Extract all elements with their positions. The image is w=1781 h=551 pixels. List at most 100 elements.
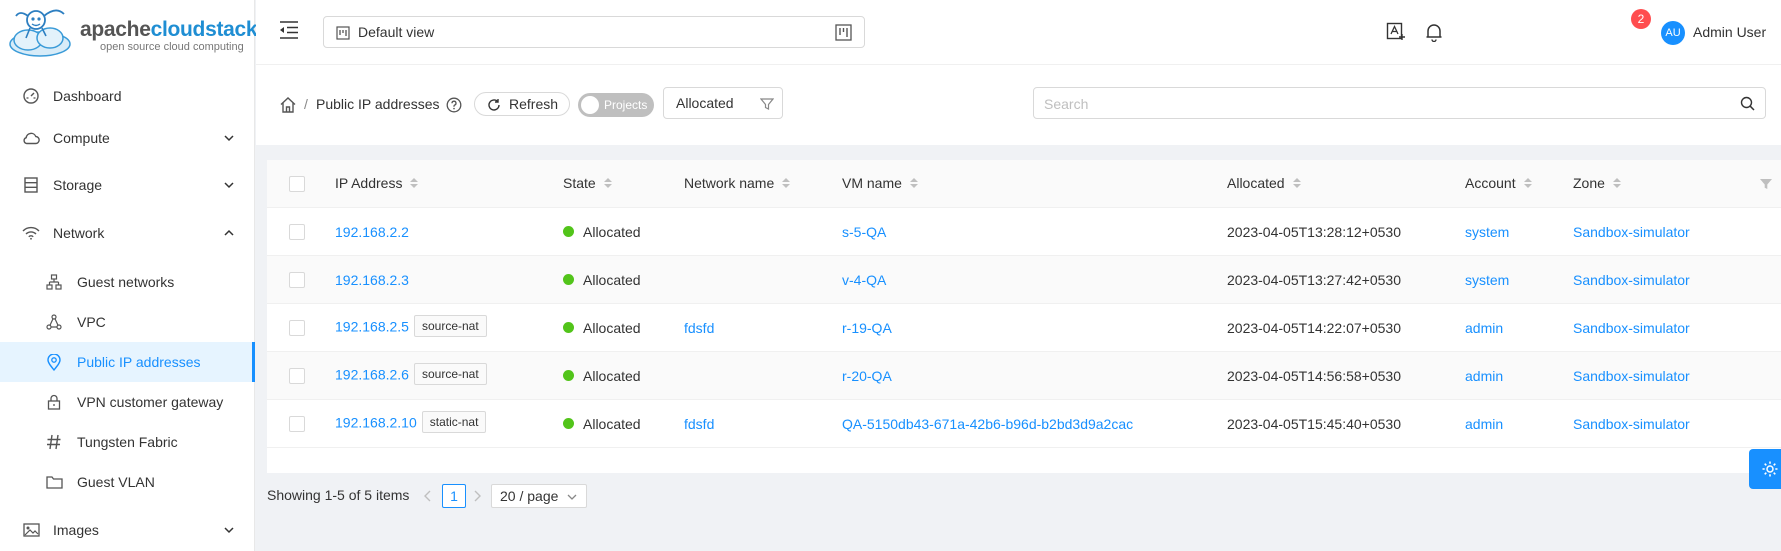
- ip-address-link[interactable]: 192.168.2.6: [335, 367, 409, 383]
- state-filter-select[interactable]: Allocated: [663, 87, 783, 119]
- column-header-label: IP Address: [335, 175, 403, 191]
- column-header-state[interactable]: State: [563, 175, 612, 191]
- sidebar-item-label: Guest networks: [77, 274, 175, 290]
- state-cell: Allocated: [563, 368, 641, 384]
- sidebar-item-tungsten-fabric[interactable]: Tungsten Fabric: [0, 422, 255, 462]
- sidebar-item-vpc[interactable]: VPC: [0, 302, 255, 342]
- state-cell: Allocated: [563, 320, 641, 336]
- projects-toggle[interactable]: Projects: [578, 93, 654, 117]
- ip-address-link[interactable]: 192.168.2.2: [335, 224, 409, 240]
- row-checkbox[interactable]: [289, 272, 305, 288]
- sidebar-item-compute[interactable]: Compute: [0, 118, 255, 158]
- status-dot: [563, 417, 574, 429]
- column-header-allocated[interactable]: Allocated: [1227, 175, 1301, 191]
- page-size-value: 20 / page: [500, 488, 559, 504]
- translate-icon[interactable]: [1386, 22, 1406, 42]
- account-link[interactable]: admin: [1465, 416, 1503, 432]
- zone-link[interactable]: Sandbox-simulator: [1573, 272, 1690, 288]
- network-name-link[interactable]: fdsfd: [684, 416, 714, 432]
- state-cell: Allocated: [563, 224, 641, 240]
- cloud-icon: [22, 129, 40, 147]
- logo[interactable]: apachecloudstack open source cloud compu…: [6, 4, 258, 62]
- page-size-select[interactable]: 20 / page: [491, 484, 587, 508]
- vm-name-link[interactable]: QA-5150db43-671a-42b6-b96d-b2bd3d9a2cac: [842, 416, 1133, 432]
- sidebar-item-label: Public IP addresses: [77, 354, 201, 370]
- sidebar-item-dashboard[interactable]: Dashboard: [0, 76, 255, 116]
- status-dot: [563, 225, 574, 237]
- zone-link[interactable]: Sandbox-simulator: [1573, 320, 1690, 336]
- chevron-down-icon: [224, 527, 234, 534]
- allocated-cell: 2023-04-05T13:28:12+0530: [1227, 224, 1401, 240]
- sidebar-item-public-ip-addresses[interactable]: Public IP addresses: [0, 342, 255, 382]
- search-input[interactable]: [1044, 94, 1724, 114]
- table-row: 192.168.2.5 source-nat Allocated fdsfd r-…: [267, 304, 1781, 352]
- sidebar-item-network[interactable]: Network: [0, 213, 255, 253]
- menu-fold-icon[interactable]: [278, 20, 300, 40]
- account-link[interactable]: system: [1465, 224, 1509, 240]
- ip-address-cell: 192.168.2.5 source-nat: [335, 315, 487, 339]
- row-checkbox[interactable]: [289, 368, 305, 384]
- column-header-ip-address[interactable]: IP Address: [335, 175, 419, 191]
- network-name-link[interactable]: fdsfd: [684, 320, 714, 336]
- view-selector[interactable]: Default view: [323, 16, 865, 48]
- vm-name-link[interactable]: r-19-QA: [842, 320, 892, 336]
- folder-icon: [45, 473, 63, 491]
- ip-address-link[interactable]: 192.168.2.3: [335, 272, 409, 288]
- reload-icon: [488, 99, 500, 111]
- column-header-label: VM name: [842, 175, 902, 191]
- sidebar: apachecloudstack open source cloud compu…: [0, 0, 258, 551]
- bell-icon[interactable]: [1424, 22, 1444, 42]
- row-checkbox[interactable]: [289, 320, 305, 336]
- sidebar-item-vpn-customer-gateway[interactable]: VPN customer gateway: [0, 382, 255, 422]
- column-header-account[interactable]: Account: [1465, 175, 1532, 191]
- sort-icon: [410, 178, 419, 188]
- zone-link[interactable]: Sandbox-simulator: [1573, 224, 1690, 240]
- row-checkbox[interactable]: [289, 224, 305, 240]
- search-icon[interactable]: [1740, 96, 1755, 111]
- column-header-network-name[interactable]: Network name: [684, 175, 791, 191]
- page-number-button[interactable]: 1: [442, 484, 466, 508]
- sidebar-item-guest-vlan[interactable]: Guest VLAN: [0, 462, 255, 502]
- user-name[interactable]: Admin User: [1693, 24, 1766, 40]
- top-header: Default view 2 AU Admin User: [256, 0, 1781, 64]
- allocated-cell: 2023-04-05T15:45:40+0530: [1227, 416, 1401, 432]
- vm-name-link[interactable]: r-20-QA: [842, 368, 892, 384]
- vm-name-link[interactable]: v-4-QA: [842, 272, 886, 288]
- chevron-right-icon[interactable]: [472, 490, 482, 502]
- page-title: Public IP addresses: [316, 96, 440, 112]
- brand-tagline: open source cloud computing: [100, 41, 244, 53]
- home-icon[interactable]: [279, 96, 297, 114]
- column-header-vm-name[interactable]: VM name: [842, 175, 918, 191]
- column-header-zone[interactable]: Zone: [1573, 175, 1621, 191]
- lock-icon: [45, 393, 63, 411]
- pagination-summary: Showing 1-5 of 5 items: [267, 487, 410, 503]
- sidebar-item-storage[interactable]: Storage: [0, 165, 255, 205]
- account-link[interactable]: admin: [1465, 320, 1503, 336]
- picture-icon: [22, 521, 40, 539]
- environment-icon: [45, 353, 63, 371]
- zone-link[interactable]: Sandbox-simulator: [1573, 416, 1690, 432]
- allocated-cell: 2023-04-05T14:56:58+0530: [1227, 368, 1401, 384]
- ip-address-link[interactable]: 192.168.2.10: [335, 415, 417, 431]
- ip-address-link[interactable]: 192.168.2.5: [335, 319, 409, 335]
- sidebar-item-images[interactable]: Images: [0, 510, 255, 550]
- nat-tag: source-nat: [413, 315, 487, 337]
- vm-name-link[interactable]: s-5-QA: [842, 224, 886, 240]
- account-link[interactable]: system: [1465, 272, 1509, 288]
- project-board-icon: [835, 24, 852, 41]
- account-link[interactable]: admin: [1465, 368, 1503, 384]
- avatar[interactable]: AU: [1661, 21, 1685, 45]
- settings-drawer-button[interactable]: [1749, 449, 1781, 489]
- cloudmonkey-logo-icon: [9, 9, 71, 57]
- question-circle-icon[interactable]: [446, 97, 462, 113]
- sidebar-item-guest-networks[interactable]: Guest networks: [0, 262, 255, 302]
- search-box: [1033, 87, 1766, 119]
- column-filter-icon[interactable]: [1760, 178, 1772, 190]
- select-all-checkbox[interactable]: [289, 176, 305, 192]
- ip-address-cell: 192.168.2.6 source-nat: [335, 363, 487, 387]
- row-checkbox[interactable]: [289, 416, 305, 432]
- chevron-left-icon[interactable]: [423, 490, 433, 502]
- refresh-button[interactable]: Refresh: [474, 92, 570, 116]
- hashtag-icon: [45, 433, 63, 451]
- zone-link[interactable]: Sandbox-simulator: [1573, 368, 1690, 384]
